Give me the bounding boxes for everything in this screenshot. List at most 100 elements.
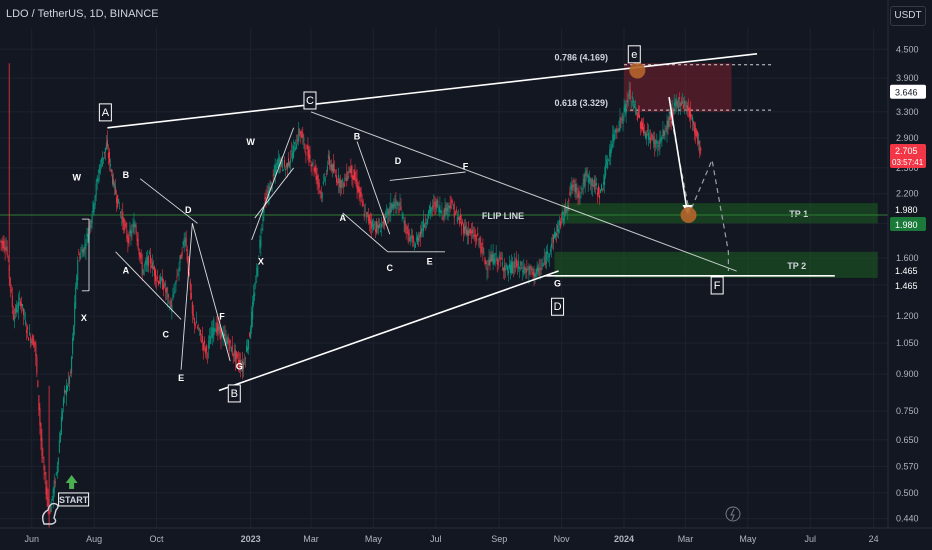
candle [518, 253, 520, 272]
candle-body [120, 211, 122, 214]
candle [112, 169, 114, 187]
candle-body [312, 162, 314, 165]
candle-body [668, 115, 670, 127]
candle-body [395, 199, 397, 204]
candle-body [479, 237, 481, 245]
candle [580, 185, 582, 198]
candle [20, 296, 22, 314]
candle [325, 169, 327, 177]
candle-body [168, 295, 170, 297]
wave-label: D [185, 205, 192, 215]
candle [247, 338, 249, 354]
chart-svg[interactable]: TP 1 TP 2 FLIP LINE 0.786 (4.169) 0.618 (3.3… [0, 0, 932, 550]
candle [604, 166, 606, 194]
candle-body [134, 224, 136, 227]
candle-body [142, 269, 144, 275]
candle-body [310, 164, 312, 167]
candle-body [522, 270, 524, 273]
candle-body [234, 349, 236, 362]
candle-body [92, 201, 94, 213]
wave-label: C [387, 263, 394, 273]
candle-body [229, 340, 231, 344]
candle-body [461, 221, 463, 223]
candle-body [68, 379, 70, 380]
candle-body [487, 267, 489, 269]
candle-body [348, 171, 350, 174]
candle-body [96, 178, 98, 183]
candle-body [141, 262, 143, 276]
candle-body [235, 351, 237, 359]
candle-body [650, 136, 652, 143]
candle-body [178, 266, 180, 272]
candle [64, 390, 66, 395]
candle-body [138, 249, 140, 255]
candle-body [615, 128, 617, 133]
candle [582, 174, 584, 196]
candle [32, 333, 34, 345]
candle-body [192, 313, 194, 316]
candle [331, 163, 333, 178]
candle [45, 472, 47, 501]
candle-body [482, 246, 484, 253]
candle-body [109, 164, 111, 167]
candle [207, 352, 209, 364]
candle-body [218, 326, 220, 330]
candle-body [160, 276, 162, 285]
candle [402, 212, 404, 220]
candle-body [326, 166, 328, 172]
candle-body [387, 208, 389, 215]
candle-body [506, 266, 508, 271]
candle-body [264, 197, 266, 200]
candle [521, 261, 523, 270]
candle-body [147, 256, 149, 266]
candle-body [297, 139, 299, 142]
candle [427, 214, 429, 226]
candle-body [635, 109, 637, 114]
candle-body [677, 98, 679, 110]
wave-label: D [554, 301, 562, 313]
candle-body [679, 103, 681, 107]
candle-body [156, 279, 158, 281]
candle [454, 211, 456, 216]
wave-label: G [554, 278, 561, 288]
candle [218, 324, 220, 336]
candle-body [0, 241, 2, 243]
candle [18, 290, 20, 307]
candle-body [43, 464, 45, 471]
candle-body [86, 233, 88, 237]
candle [163, 279, 165, 297]
candle-body [170, 300, 172, 308]
candle [347, 171, 349, 181]
candle-body [252, 301, 254, 320]
candle [478, 237, 480, 248]
wave-label: E [178, 373, 184, 383]
candle [545, 246, 547, 270]
candle [252, 295, 254, 328]
candle [37, 379, 39, 388]
candle [430, 201, 432, 220]
candle-body [572, 184, 574, 187]
candle [661, 135, 663, 147]
candle-body [370, 222, 372, 229]
candle [574, 179, 576, 198]
candle [417, 231, 419, 247]
candle [583, 172, 585, 189]
candle-body [44, 472, 46, 476]
price-tick-label: 2.900 [896, 133, 919, 143]
candle-body [605, 164, 607, 177]
candle [548, 252, 550, 267]
candle-body [472, 229, 474, 234]
candle [455, 206, 457, 214]
candle [484, 256, 486, 266]
candle-body [256, 267, 258, 278]
candle [57, 457, 59, 473]
candle [516, 251, 518, 269]
candle-body [608, 159, 610, 162]
candle-body [112, 174, 114, 185]
candle [305, 147, 307, 164]
candle-body [300, 131, 302, 137]
candle [96, 175, 98, 191]
candle-body [128, 234, 130, 244]
candle-body [119, 208, 121, 209]
candle-body [526, 268, 528, 272]
